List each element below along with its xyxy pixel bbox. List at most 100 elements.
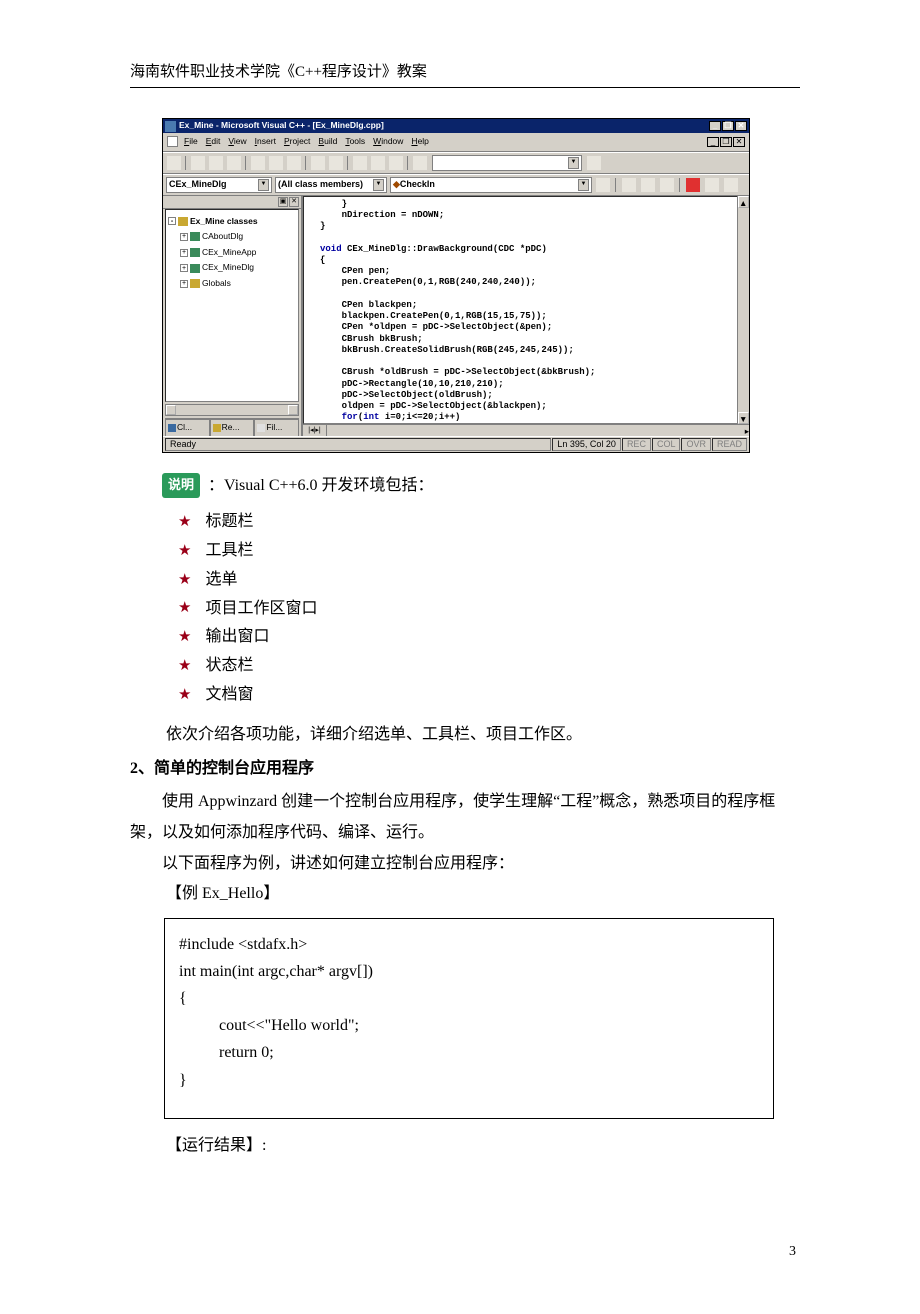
tab-icon bbox=[257, 424, 265, 432]
list-item: ★状态栏 bbox=[178, 652, 800, 681]
build-icon[interactable] bbox=[685, 177, 701, 193]
menu-project[interactable]: Project bbox=[280, 135, 314, 147]
workspace-tab[interactable]: Re... bbox=[210, 419, 255, 436]
wiz3-icon[interactable] bbox=[659, 177, 675, 193]
function-combo[interactable]: ◆ CheckIn▼ bbox=[390, 177, 592, 193]
mdi-close-button[interactable]: ✕ bbox=[733, 137, 745, 147]
class-tree[interactable]: -Ex_Mine classes +CAboutDlg+CEx_MineApp+… bbox=[165, 209, 299, 402]
window-title: Ex_Mine - Microsoft Visual C++ - [Ex_Min… bbox=[179, 119, 384, 133]
menu-insert[interactable]: Insert bbox=[251, 135, 280, 147]
ws-close-icon[interactable]: ✕ bbox=[289, 197, 299, 207]
output-icon[interactable] bbox=[370, 155, 386, 171]
standard-toolbar: ▼ bbox=[163, 152, 749, 174]
editor-vertical-scrollbar[interactable]: ▲▼ bbox=[737, 196, 749, 424]
note-badge: 说明 bbox=[162, 473, 200, 498]
editor-pane: } nDirection = nDOWN; } void CEx_MineDlg… bbox=[303, 196, 749, 436]
cut-icon[interactable] bbox=[250, 155, 266, 171]
save-icon[interactable] bbox=[208, 155, 224, 171]
mdi-minimize-button[interactable]: _ bbox=[707, 137, 719, 147]
menu-build[interactable]: Build bbox=[314, 135, 341, 147]
menu-file[interactable]: File bbox=[180, 135, 202, 147]
ws-horizontal-scrollbar[interactable] bbox=[165, 404, 299, 416]
menu-bar: FileEditViewInsertProjectBuildToolsWindo… bbox=[163, 133, 749, 152]
maximize-button[interactable]: ❐ bbox=[722, 121, 734, 131]
section-2-title: 2、简单的控制台应用程序 bbox=[130, 756, 800, 782]
workspace-tab[interactable]: Fil... bbox=[254, 419, 299, 436]
stop-icon[interactable] bbox=[704, 177, 720, 193]
result-label: 【运行结果】: bbox=[166, 1131, 800, 1161]
workspace-pane: ▣✕ -Ex_Mine classes +CAboutDlg+CEx_MineA… bbox=[163, 196, 303, 436]
save-all-icon[interactable] bbox=[226, 155, 242, 171]
wiz2-icon[interactable] bbox=[640, 177, 656, 193]
redo-icon[interactable] bbox=[328, 155, 344, 171]
minimize-button[interactable]: _ bbox=[709, 121, 721, 131]
members-combo[interactable]: (All class members)▼ bbox=[275, 177, 387, 193]
folder-icon bbox=[190, 279, 200, 288]
feature-list: ★标题栏★工具栏★选单★项目工作区窗口★输出窗口★状态栏★文档窗 bbox=[178, 508, 800, 710]
wizard-bar: CEx_MineDlg▼ (All class members)▼ ◆ Chec… bbox=[163, 174, 749, 196]
list-item: ★文档窗 bbox=[178, 681, 800, 710]
list-item: ★工具栏 bbox=[178, 537, 800, 566]
paragraph-2: 以下面程序为例，讲述如何建立控制台应用程序： bbox=[130, 848, 800, 879]
find-icon[interactable] bbox=[586, 155, 602, 171]
page-number: 3 bbox=[130, 1241, 796, 1263]
status-ready: Ready bbox=[165, 438, 551, 451]
status-indicator: READ bbox=[712, 438, 747, 451]
tab-icon bbox=[168, 424, 176, 432]
execute-icon[interactable] bbox=[723, 177, 739, 193]
tree-node[interactable]: +CEx_MineDlg bbox=[168, 260, 296, 276]
code-line: int main(int argc,char* argv[]) bbox=[179, 958, 759, 985]
tree-node[interactable]: +CEx_MineApp bbox=[168, 245, 296, 261]
find-combo[interactable]: ▼ bbox=[432, 155, 582, 171]
editor-horizontal-scrollbar[interactable]: |◂|▸|▸ bbox=[303, 424, 749, 436]
code-editor[interactable]: } nDirection = nDOWN; } void CEx_MineDlg… bbox=[303, 196, 749, 424]
tree-node[interactable]: +CAboutDlg bbox=[168, 229, 296, 245]
new-icon[interactable] bbox=[166, 155, 182, 171]
doc-icon bbox=[167, 136, 178, 147]
undo-icon[interactable] bbox=[310, 155, 326, 171]
workspace-tab[interactable]: Cl... bbox=[165, 419, 210, 436]
ide-title-bar: Ex_Mine - Microsoft Visual C++ - [Ex_Min… bbox=[163, 119, 749, 133]
windows-icon[interactable] bbox=[388, 155, 404, 171]
intro-line: 依次介绍各项功能，详细介绍选单、工具栏、项目工作区。 bbox=[166, 720, 800, 750]
star-bullet-icon: ★ bbox=[178, 653, 191, 680]
list-item: ★选单 bbox=[178, 566, 800, 595]
paragraph-1: 使用 Appwinzard 创建一个控制台应用程序，使学生理解“工程”概念，熟悉… bbox=[130, 786, 800, 848]
wiz1-icon[interactable] bbox=[621, 177, 637, 193]
workspace-icon[interactable] bbox=[352, 155, 368, 171]
code-line: { bbox=[179, 985, 759, 1012]
menu-edit[interactable]: Edit bbox=[202, 135, 225, 147]
star-bullet-icon: ★ bbox=[178, 595, 191, 622]
class-icon bbox=[190, 232, 200, 241]
app-icon bbox=[165, 121, 176, 132]
status-indicator: REC bbox=[622, 438, 651, 451]
menu-help[interactable]: Help bbox=[407, 135, 432, 147]
page-header: 海南软件职业技术学院《C++程序设计》教案 bbox=[130, 60, 800, 88]
list-item: ★标题栏 bbox=[178, 508, 800, 537]
tree-node[interactable]: +Globals bbox=[168, 276, 296, 292]
class-combo[interactable]: CEx_MineDlg▼ bbox=[166, 177, 272, 193]
copy-icon[interactable] bbox=[268, 155, 284, 171]
paste-icon[interactable] bbox=[286, 155, 302, 171]
vc6-ide-screenshot: Ex_Mine - Microsoft Visual C++ - [Ex_Min… bbox=[162, 118, 750, 453]
code-line: #include <stdafx.h> bbox=[179, 931, 759, 958]
status-position: Ln 395, Col 20 bbox=[552, 438, 621, 451]
status-bar: Ready Ln 395, Col 20 RECCOLOVRREAD bbox=[163, 436, 749, 452]
menu-window[interactable]: Window bbox=[369, 135, 407, 147]
menu-view[interactable]: View bbox=[224, 135, 250, 147]
mdi-maximize-button[interactable]: ❐ bbox=[720, 137, 732, 147]
goto-icon[interactable] bbox=[595, 177, 611, 193]
star-bullet-icon: ★ bbox=[178, 624, 191, 651]
close-button[interactable]: ✕ bbox=[735, 121, 747, 131]
open-icon[interactable] bbox=[190, 155, 206, 171]
find-in-files-icon[interactable] bbox=[412, 155, 428, 171]
list-item: ★输出窗口 bbox=[178, 623, 800, 652]
star-bullet-icon: ★ bbox=[178, 509, 191, 536]
menu-tools[interactable]: Tools bbox=[341, 135, 369, 147]
star-bullet-icon: ★ bbox=[178, 538, 191, 565]
code-example: #include <stdafx.h> int main(int argc,ch… bbox=[164, 918, 774, 1119]
code-line: cout<<"Hello world"; bbox=[179, 1012, 759, 1039]
window-buttons: _ ❐ ✕ bbox=[709, 121, 747, 131]
note-text: ：Visual C++6.0 开发环境包括： bbox=[208, 473, 434, 499]
ws-dock-icon[interactable]: ▣ bbox=[278, 197, 288, 207]
